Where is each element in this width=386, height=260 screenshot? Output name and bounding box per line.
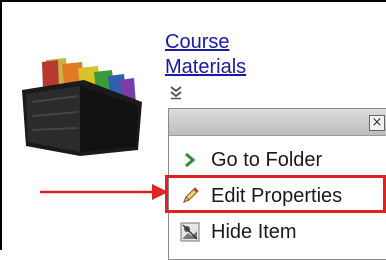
menu-item-label: Hide Item xyxy=(211,220,297,243)
course-materials-link[interactable]: Course Materials xyxy=(165,30,246,80)
course-materials-link-line2[interactable]: Materials xyxy=(165,55,246,80)
annotation-highlight-box xyxy=(165,175,386,213)
context-menu-header: × xyxy=(169,109,386,136)
menu-item-go-to-folder[interactable]: Go to Folder xyxy=(169,143,386,177)
menu-item-hide-item[interactable]: Hide Item xyxy=(169,215,386,249)
chevron-right-icon xyxy=(179,149,201,171)
hide-item-icon xyxy=(179,221,201,243)
chevron-down-icon[interactable] xyxy=(168,84,184,100)
annotation-arrow xyxy=(40,184,168,200)
folder-thumbnail-image[interactable] xyxy=(18,50,146,158)
menu-item-label: Go to Folder xyxy=(211,148,323,171)
course-materials-link-line1[interactable]: Course xyxy=(165,30,246,55)
close-icon[interactable]: × xyxy=(369,115,385,131)
